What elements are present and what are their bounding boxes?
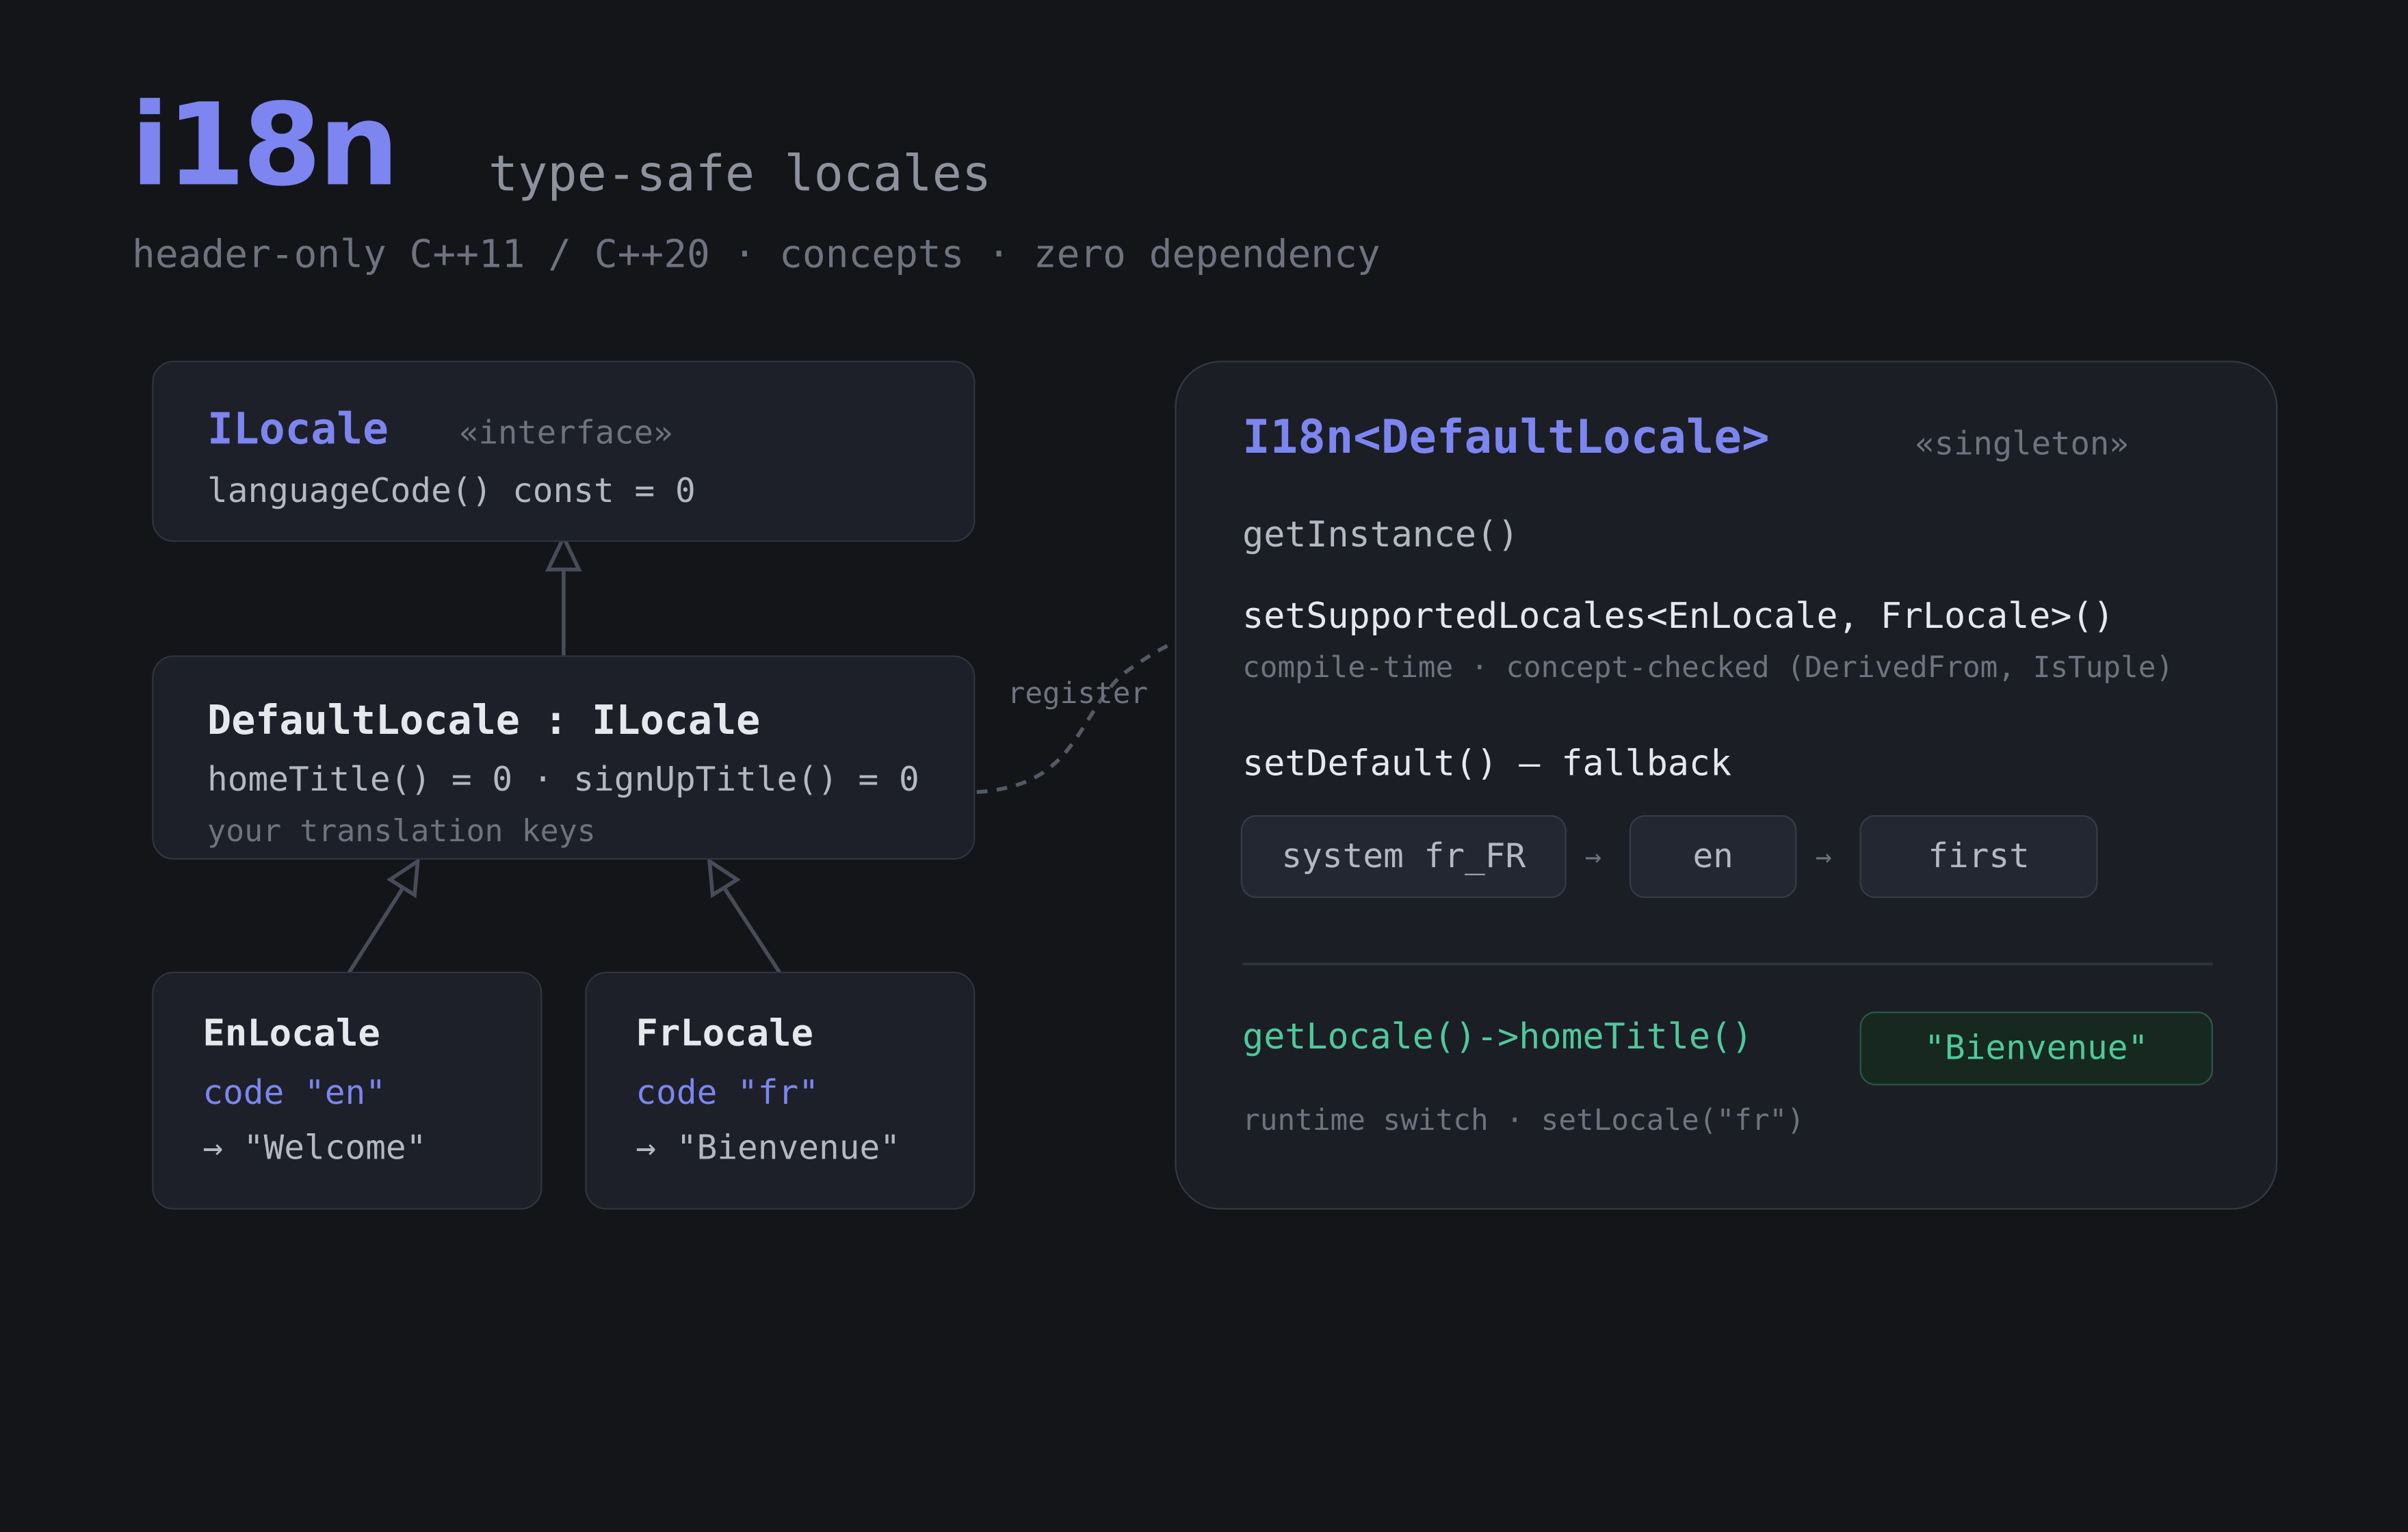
fr-locale-box: FrLocale code "fr" → "Bienvenue" <box>585 971 976 1210</box>
inherit-arrowhead-en <box>387 857 420 899</box>
ilocale-box: ILocale «interface» languageCode() const… <box>152 360 976 542</box>
result-value: "Bienvenue" <box>1924 1029 2149 1068</box>
inherit-line-fr-to-default <box>723 888 782 975</box>
inherit-arrowhead-fr <box>707 857 741 899</box>
singleton-stereotype: «singleton» <box>1915 425 2129 462</box>
fallback-en-pill: en <box>1629 815 1797 899</box>
ilocale-member: languageCode() const = 0 <box>207 473 696 512</box>
set-supported-note: compile-time · concept-checked (DerivedF… <box>1242 650 2174 685</box>
register-dashed-arrow <box>976 629 1208 794</box>
set-default-method: setDefault() — fallback <box>1242 744 1732 784</box>
logo-title: i18n <box>130 79 400 212</box>
fallback-en-label: en <box>1692 837 1733 876</box>
register-label: register <box>1007 676 1149 711</box>
singleton-name: I18n<DefaultLocale> <box>1242 411 1770 466</box>
fallback-system-pill: system fr_FR <box>1240 815 1567 899</box>
default-locale-members: homeTitle() = 0 · signUpTitle() = 0 <box>207 761 919 800</box>
ilocale-name: ILocale <box>207 404 389 455</box>
runtime-switch-note: runtime switch · setLocale("fr") <box>1242 1103 1805 1138</box>
set-supported-locales-method: setSupportedLocales<EnLocale, FrLocale>(… <box>1242 597 2115 637</box>
singleton-box: I18n<DefaultLocale> «singleton» getInsta… <box>1175 360 2278 1210</box>
fr-locale-code: code "fr" <box>636 1074 820 1113</box>
fr-locale-name: FrLocale <box>636 1012 813 1055</box>
default-locale-name: DefaultLocale : ILocale <box>207 698 761 745</box>
en-locale-box: EnLocale code "en" → "Welcome" <box>152 971 542 1210</box>
result-badge: "Bienvenue" <box>1859 1012 2213 1085</box>
en-locale-name: EnLocale <box>202 1012 380 1055</box>
en-locale-code: code "en" <box>202 1074 386 1113</box>
subtitle: header-only C++11 / C++20 · concepts · z… <box>132 231 1380 277</box>
en-locale-value: → "Welcome" <box>202 1129 427 1169</box>
section-divider <box>1242 962 2213 965</box>
inherit-arrowhead-ilocale <box>545 533 582 572</box>
fallback-system-label: system fr_FR <box>1281 837 1526 876</box>
fallback-arrow-2: → <box>1815 841 1832 874</box>
fallback-first-pill: first <box>1859 815 2098 899</box>
ilocale-stereotype: «interface» <box>459 414 673 451</box>
get-instance-method: getInstance() <box>1242 516 1519 556</box>
inherit-line-en-to-default <box>347 888 404 975</box>
get-locale-call: getLocale()->homeTitle() <box>1242 1018 1753 1058</box>
default-locale-box: DefaultLocale : ILocale homeTitle() = 0 … <box>152 655 976 860</box>
fallback-first-label: first <box>1928 837 2030 876</box>
fr-locale-value: → "Bienvenue" <box>636 1129 900 1169</box>
fallback-arrow-1: → <box>1584 841 1602 874</box>
tagline: type-safe locales <box>488 144 992 203</box>
default-locale-note: your translation keys <box>207 812 596 849</box>
